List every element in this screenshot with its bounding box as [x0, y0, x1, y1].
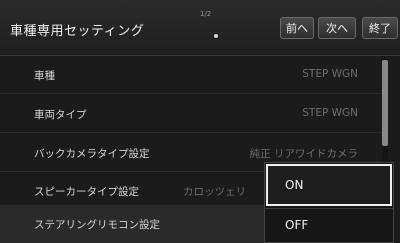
next-button[interactable]: 次へ	[318, 17, 356, 39]
setting-value: 純正 リアワイドカメラ	[249, 148, 358, 160]
header-bar: 車種専用セッティング 1/2 前へ 次へ 終了	[0, 0, 400, 56]
setting-value: STEP WGN	[302, 107, 358, 119]
page-indicator: 1/2	[200, 10, 212, 18]
option-dropdown: ON OFF	[264, 162, 394, 243]
setting-label: スピーカータイプ設定	[34, 186, 139, 198]
end-button[interactable]: 終了	[362, 17, 398, 39]
setting-value: カロッツェリ	[183, 186, 246, 198]
settings-screen: 車種専用セッティング 1/2 前へ 次へ 終了 車種 STEP WGN 車両タイ…	[0, 0, 400, 243]
setting-label: ステアリングリモコン設定	[34, 219, 160, 231]
prev-button[interactable]: 前へ	[280, 17, 314, 39]
setting-row-vehicle-type[interactable]: 車両タイプ STEP WGN	[0, 95, 388, 133]
option-on[interactable]: ON	[266, 164, 392, 206]
page-title: 車種専用セッティング	[10, 24, 145, 39]
setting-value: STEP WGN	[302, 68, 358, 80]
page-dot	[214, 34, 218, 38]
setting-label: バックカメラタイプ設定	[34, 148, 150, 160]
option-label: OFF	[285, 218, 309, 232]
option-label: ON	[285, 178, 304, 192]
option-off[interactable]: OFF	[265, 209, 393, 242]
setting-label: 車両タイプ	[34, 109, 87, 121]
setting-row-vehicle[interactable]: 車種 STEP WGN	[0, 56, 388, 94]
setting-label: 車種	[34, 70, 55, 82]
scrollbar-thumb[interactable]	[382, 60, 388, 146]
